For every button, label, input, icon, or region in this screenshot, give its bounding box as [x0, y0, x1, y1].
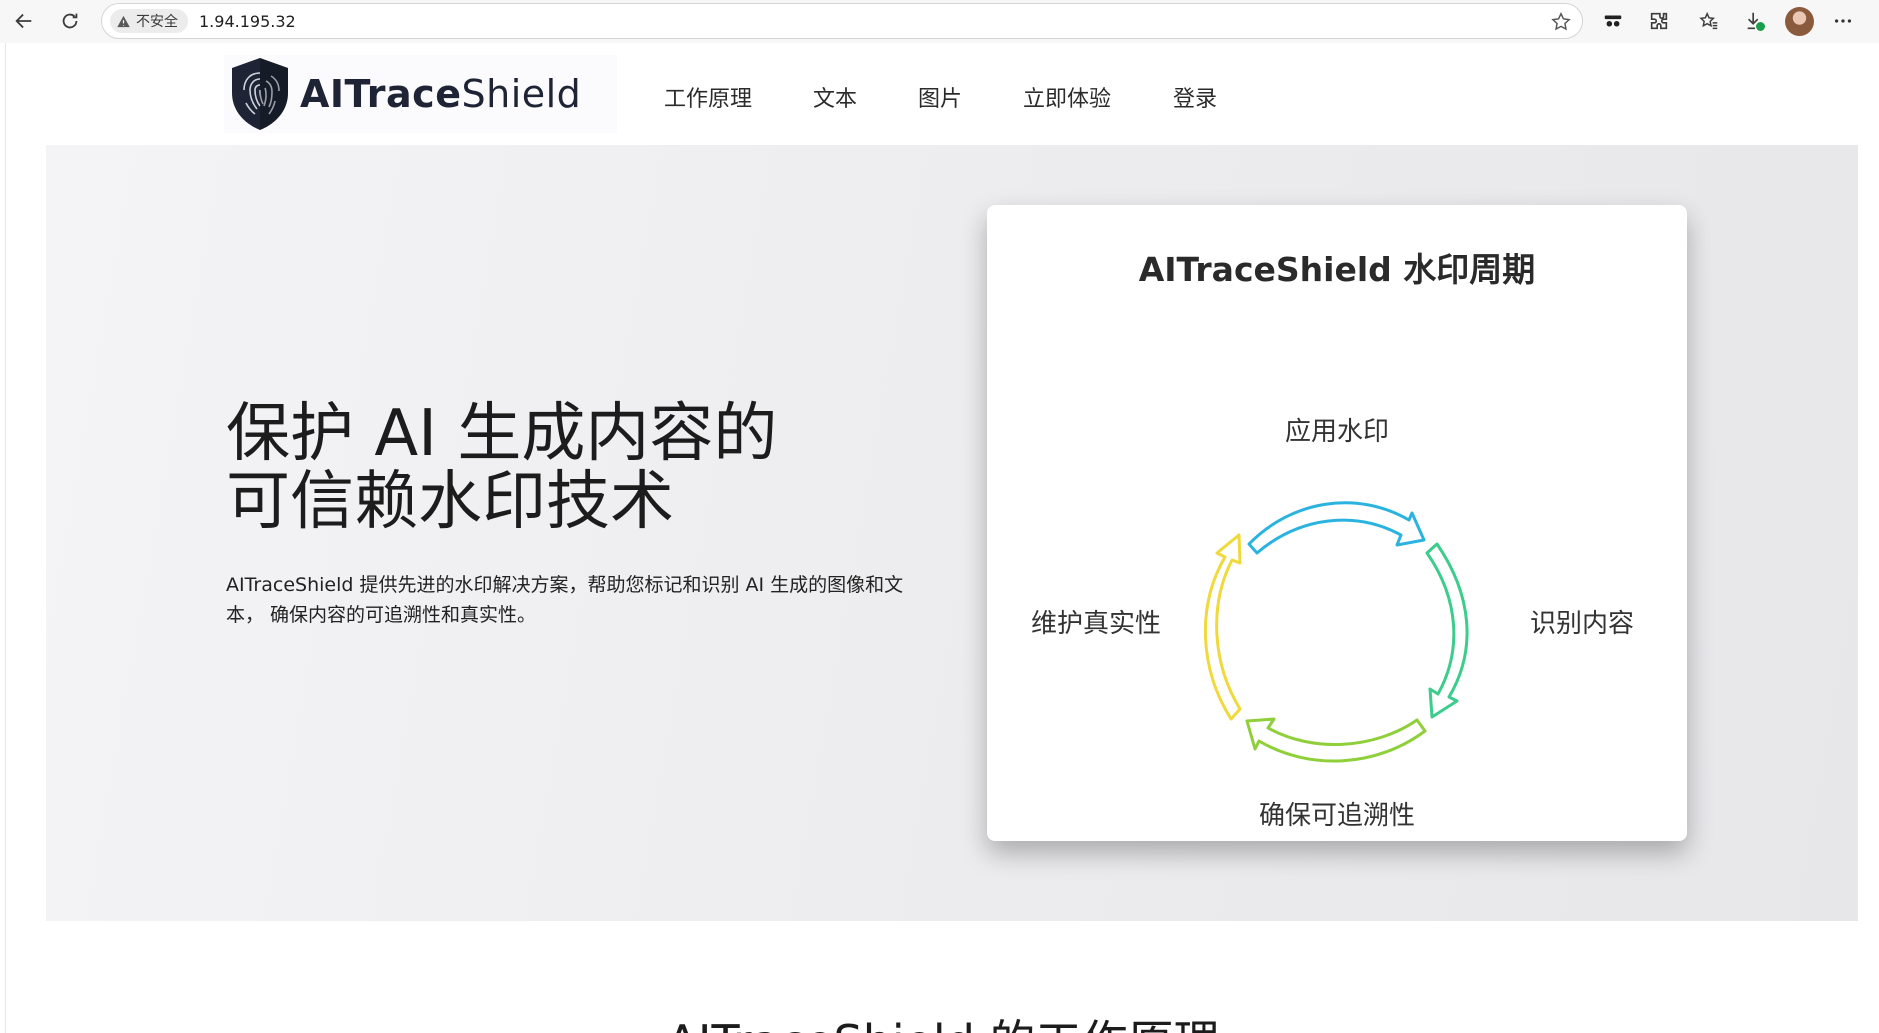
web-page: AITraceShield 工作原理 文本 图片 立即体验 登录 保护 AI 生…: [5, 43, 1879, 1033]
fingerprint-shield-icon: [232, 58, 288, 130]
bookmark-star-icon[interactable]: [1550, 11, 1572, 33]
logo-text: AITraceShield: [300, 72, 582, 116]
security-label: 不安全: [136, 14, 178, 30]
cycle-diagram: [1204, 501, 1469, 763]
site-logo[interactable]: AITraceShield: [224, 55, 617, 133]
favorites-icon[interactable]: [1693, 5, 1725, 37]
cycle-arrow-bottom: [1245, 717, 1427, 763]
cycle-arrow-top: [1247, 501, 1426, 555]
url-text[interactable]: 1.94.195.32: [199, 12, 296, 31]
nav-link-images[interactable]: 图片: [918, 81, 962, 113]
nav-link-how-it-works[interactable]: 工作原理: [664, 81, 752, 113]
warning-icon: [117, 15, 130, 27]
cycle-step-identify-content: 识别内容: [1530, 609, 1635, 639]
nav-link-try-now[interactable]: 立即体验: [1023, 81, 1111, 113]
browser-toolbar: 不安全 1.94.195.32: [0, 0, 1879, 43]
how-it-works-heading: AITraceShield 的工作原理: [6, 1006, 1879, 1033]
site-header: AITraceShield 工作原理 文本 图片 立即体验 登录: [6, 43, 1879, 145]
cycle-arrow-left: [1204, 533, 1242, 721]
address-bar[interactable]: 不安全 1.94.195.32: [101, 3, 1583, 39]
hero-description: AITraceShield 提供先进的水印解决方案，帮助您标记和识别 AI 生成…: [226, 574, 904, 626]
cycle-step-ensure-traceability: 确保可追溯性: [1258, 801, 1415, 831]
profile-avatar[interactable]: [1785, 7, 1814, 36]
extensions-icon[interactable]: [1643, 5, 1675, 37]
downloads-icon[interactable]: [1739, 5, 1771, 37]
cycle-step-apply-watermark: 应用水印: [1284, 417, 1389, 447]
hero-section: 保护 AI 生成内容的 可信赖水印技术 AITraceShield 提供先进的水…: [46, 145, 1858, 921]
more-menu-icon[interactable]: [1827, 5, 1859, 37]
nav-link-login[interactable]: 登录: [1173, 81, 1217, 113]
security-indicator[interactable]: 不安全: [110, 9, 188, 33]
watermark-cycle-card: AITraceShield 水印周期 应用水印 识别内容 确保可追溯性 维护真实…: [987, 205, 1687, 841]
cycle-arrow-right: [1425, 542, 1469, 719]
cycle-step-maintain-authenticity: 维护真实性: [1031, 609, 1162, 639]
incognito-icon[interactable]: [1597, 5, 1629, 37]
reload-icon[interactable]: [54, 5, 86, 37]
nav-link-text[interactable]: 文本: [813, 81, 857, 113]
cycle-title: AITraceShield 水印周期: [1138, 250, 1536, 289]
back-icon[interactable]: [8, 5, 40, 37]
hero-title: 保护 AI 生成内容的 可信赖水印技术: [226, 397, 778, 539]
